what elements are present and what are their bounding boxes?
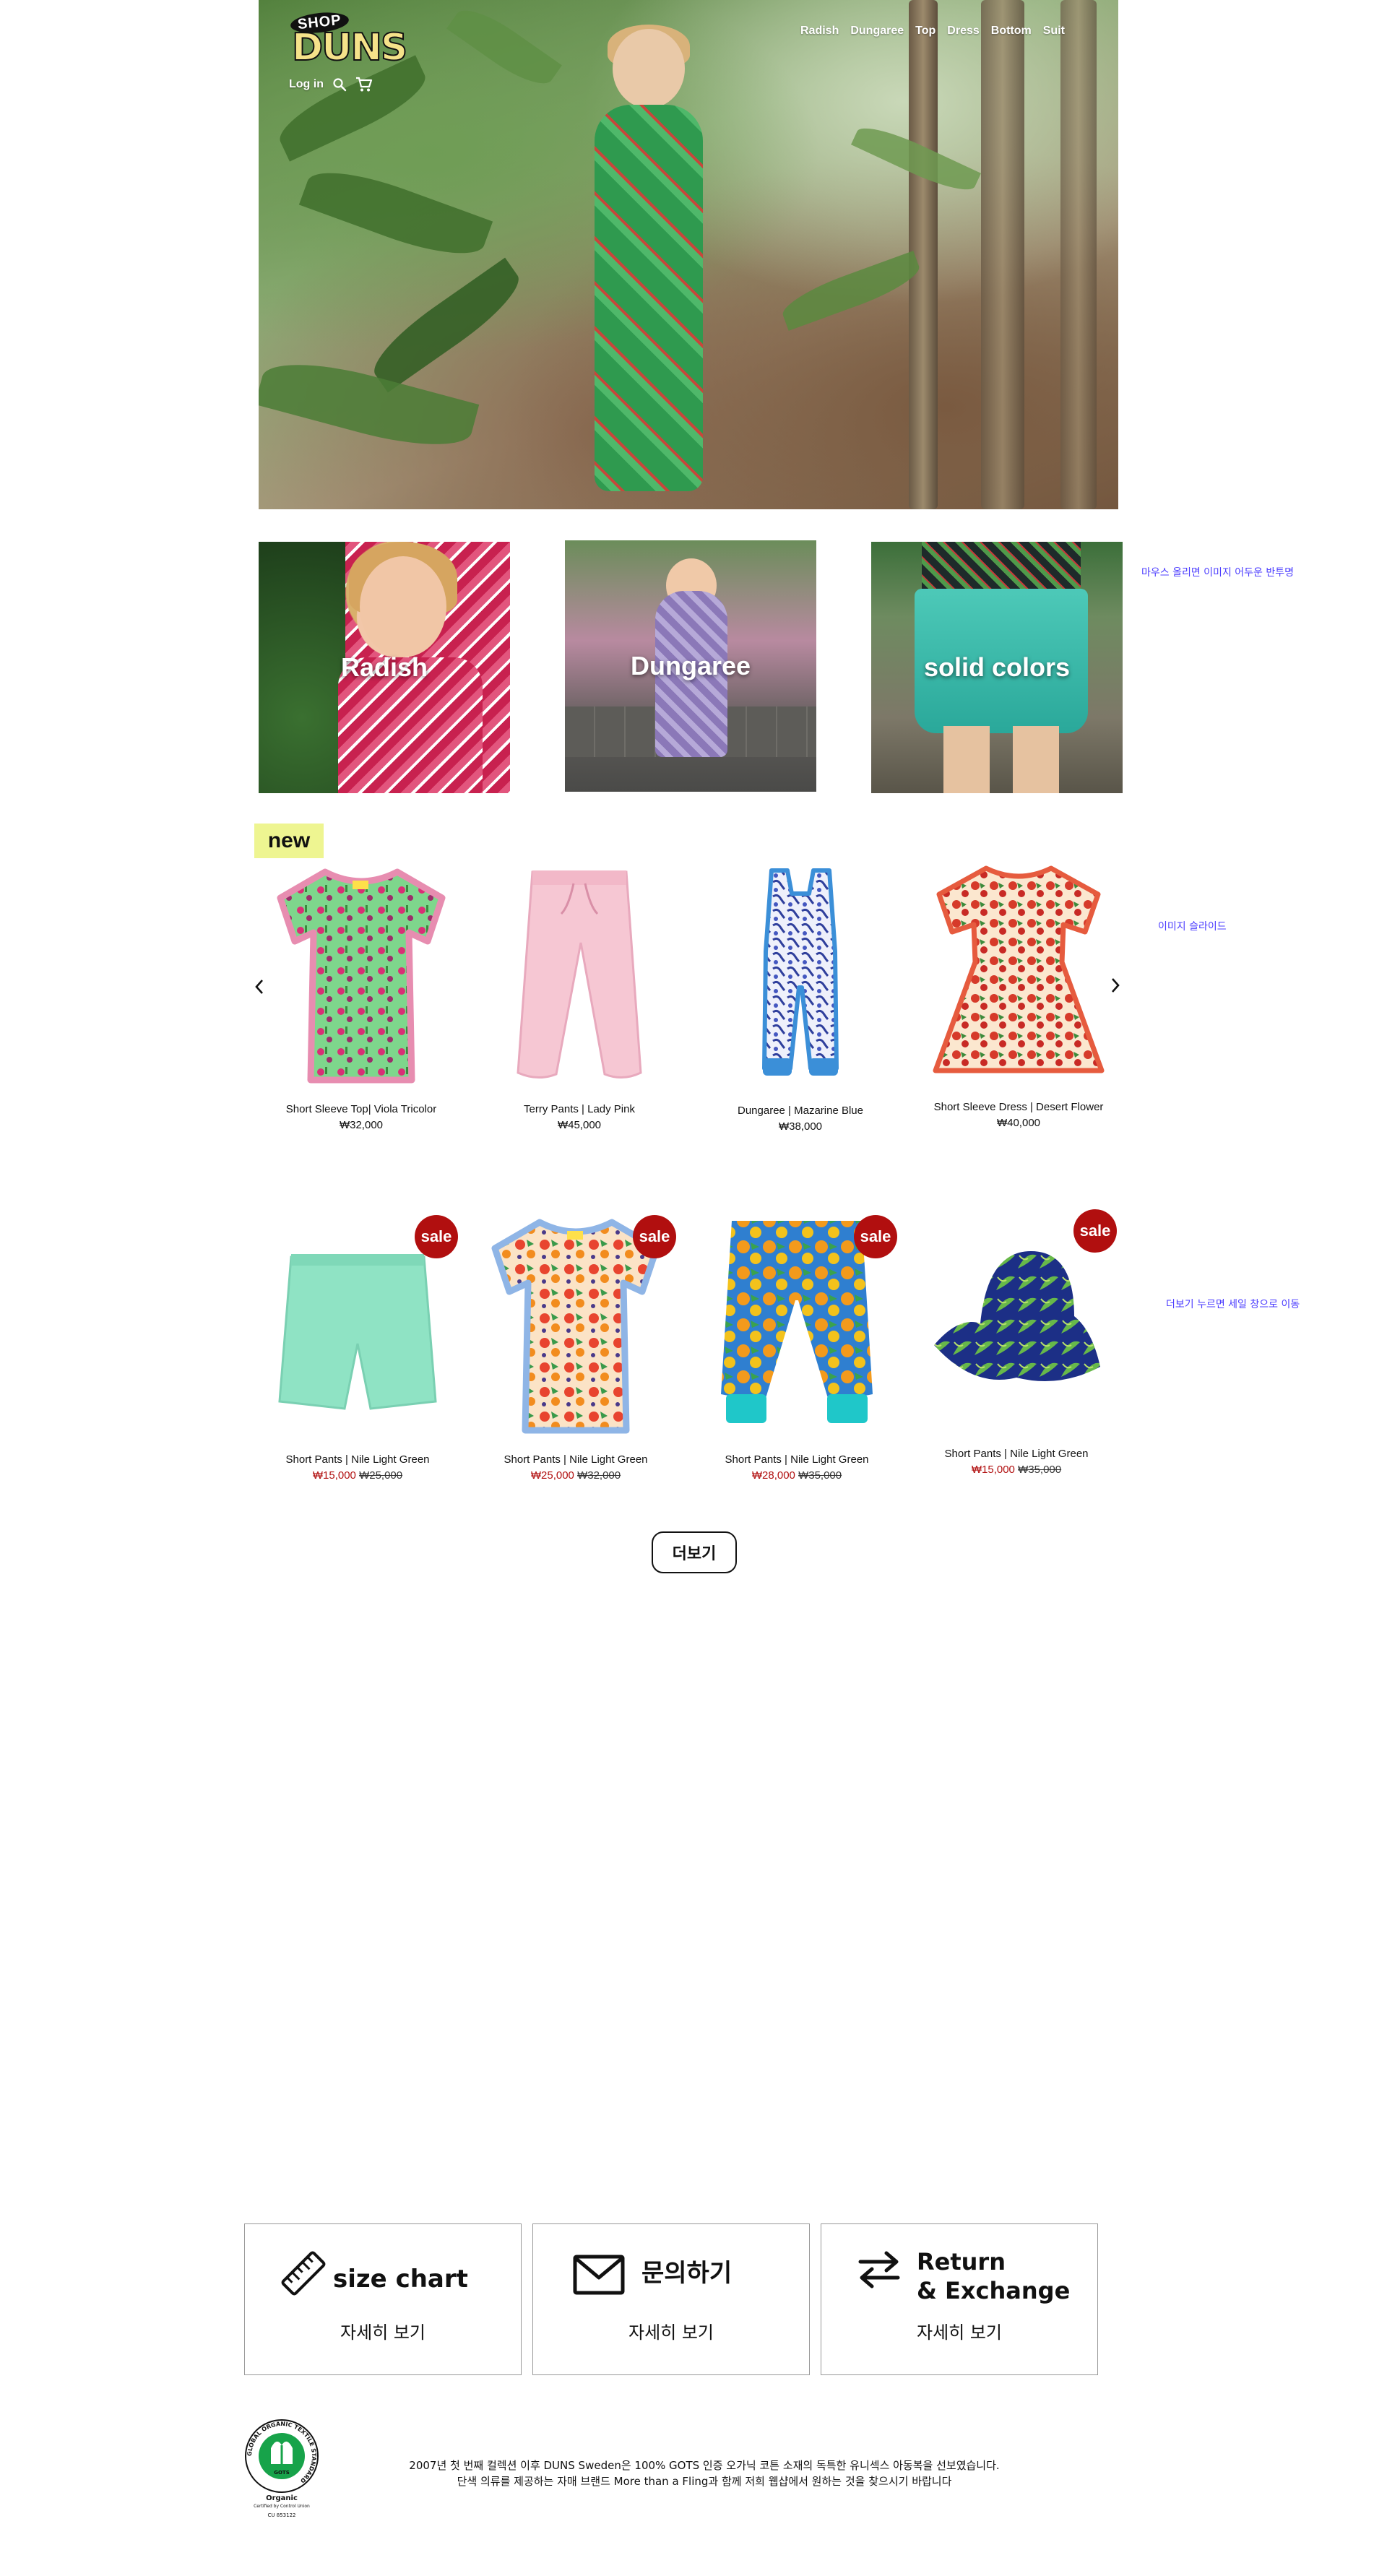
nav-item-dress[interactable]: Dress [947, 25, 979, 38]
hover-note: 마우스 올리면 이미지 어두운 반투명 [1141, 567, 1294, 579]
nav-item-radish[interactable]: Radish [800, 25, 839, 38]
product-card[interactable]: sale Short Pants | Nile Light Green ₩15,… [253, 1214, 462, 1484]
gots-organic-text: Organic [266, 2494, 298, 2502]
sale-badge: sale [633, 1215, 676, 1258]
top-navigation: Radish Dungaree Top Dress Bottom Suit [800, 25, 1065, 38]
sale-badge: sale [1073, 1209, 1117, 1253]
ruler-icon [281, 2251, 326, 2296]
inquiry-link[interactable]: 자세히 보기 [533, 2318, 809, 2343]
sale-price: ₩15,000 [971, 1464, 1015, 1476]
product-card[interactable]: Dungaree | Mazarine Blue ₩38,000 [696, 865, 905, 1135]
gots-center-text: GOTS [274, 2470, 290, 2476]
category-radish[interactable]: Radish [259, 542, 510, 793]
sale-price: ₩15,000 [312, 1469, 356, 1482]
footer-description: 2007년 첫 번째 컬렉션 이후 DUNS Sweden은 100% GOTS… [325, 2458, 1084, 2489]
gots-logo: GLOBAL ORGANIC TEXTILE STANDARD GOTS Org… [242, 2416, 321, 2532]
return-exchange-title: Return & Exchange [917, 2247, 1070, 2305]
product-price: ₩45,000 [557, 1119, 602, 1131]
category-radish-label: Radish [340, 652, 428, 682]
category-dungaree[interactable]: Dungaree [565, 540, 816, 792]
product-name: Dungaree | Mazarine Blue [738, 1105, 863, 1117]
gots-cu-text: CU 853122 [267, 2512, 296, 2518]
product-price: ₩15,000 ₩25,000 [253, 1468, 462, 1484]
product-card[interactable]: sale Short Pants | Nile Light Green ₩25,… [471, 1214, 680, 1484]
product-card[interactable]: Short Sleeve Dress | Desert Flower ₩40,0… [914, 861, 1123, 1131]
logo-duns-text: DUNS [291, 25, 408, 70]
product-name: Short Pants | Nile Light Green [504, 1453, 648, 1466]
return-title-line2: & Exchange [917, 2277, 1071, 2304]
size-chart-link[interactable]: 자세히 보기 [245, 2318, 521, 2343]
nav-item-bottom[interactable]: Bottom [991, 25, 1032, 38]
product-name: Short Sleeve Top| Viola Tricolor [285, 1103, 437, 1115]
login-link[interactable]: Log in [289, 78, 324, 91]
product-price: ₩28,000 ₩35,000 [692, 1468, 902, 1484]
product-name: Short Sleeve Dress | Desert Flower [933, 1101, 1104, 1113]
sale-badge: sale [415, 1215, 458, 1258]
return-exchange-link[interactable]: 자세히 보기 [821, 2318, 1097, 2343]
size-chart-title: size chart [333, 2265, 468, 2294]
slide-note: 이미지 슬라이드 [1158, 921, 1227, 933]
product-card[interactable]: Short Sleeve Top| Viola Tricolor ₩32,000 [256, 863, 466, 1133]
category-dungaree-label: Dungaree [630, 651, 751, 680]
product-price: ₩38,000 [778, 1120, 823, 1133]
category-solid-colors[interactable]: solid colors [871, 542, 1123, 793]
nav-item-dungaree[interactable]: Dungaree [850, 25, 904, 38]
product-price: ₩32,000 [339, 1119, 384, 1131]
product-name: Short Pants | Nile Light Green [725, 1453, 869, 1466]
sale-price: ₩25,000 [530, 1469, 574, 1482]
product-price: ₩15,000 ₩35,000 [912, 1462, 1121, 1478]
short-sleeve-top-image [277, 868, 446, 1084]
search-icon[interactable] [332, 77, 347, 92]
size-chart-card[interactable]: size chart 자세히 보기 [244, 2223, 522, 2375]
product-card[interactable]: sale Short Pants | Nile Light Green ₩15,… [912, 1208, 1121, 1478]
exchange-arrows-icon [858, 2251, 900, 2288]
original-price: ₩35,000 [1018, 1464, 1062, 1476]
nav-item-top[interactable]: Top [915, 25, 936, 38]
dungaree-image [762, 868, 839, 1076]
footer-line-1: 2007년 첫 번째 컬렉션 이후 DUNS Sweden은 100% GOTS… [409, 2459, 1000, 2472]
product-card[interactable]: sale Short Pants | Nile Light Green ₩28,… [692, 1214, 902, 1484]
original-price: ₩35,000 [798, 1469, 842, 1482]
return-exchange-card[interactable]: Return & Exchange 자세히 보기 [821, 2223, 1098, 2375]
gots-certified-text: Certified by Control Union [254, 2504, 310, 2509]
more-button[interactable]: 더보기 [652, 1531, 737, 1573]
inquiry-title: 문의하기 [641, 2259, 733, 2288]
mail-icon [573, 2255, 625, 2295]
inquiry-card[interactable]: 문의하기 자세히 보기 [532, 2223, 810, 2375]
product-price: ₩40,000 [996, 1117, 1041, 1129]
product-card[interactable]: Terry Pants | Lady Pink ₩45,000 [475, 863, 684, 1133]
hero-child-photo [587, 25, 710, 491]
footer-line-2: 단색 의류를 제공하는 자매 브랜드 More than a Fling과 함께… [457, 2475, 952, 2488]
new-badge: new [254, 824, 324, 858]
cart-icon[interactable] [355, 77, 373, 92]
nav-item-suit[interactable]: Suit [1043, 25, 1065, 38]
product-name: Short Pants | Nile Light Green [285, 1453, 430, 1466]
gots-seal: GLOBAL ORGANIC TEXTILE STANDARD GOTS Org… [245, 2419, 319, 2509]
original-price: ₩32,000 [577, 1469, 621, 1482]
more-note: 더보기 누르면 세일 창으로 이동 [1166, 1299, 1300, 1310]
category-solid-colors-label: solid colors [923, 652, 1071, 682]
short-sleeve-dress-image [933, 865, 1105, 1073]
sale-badge: sale [854, 1215, 897, 1258]
product-price: ₩25,000 ₩32,000 [471, 1468, 680, 1484]
product-name: Terry Pants | Lady Pink [524, 1103, 635, 1115]
hero-banner [259, 0, 1118, 509]
original-price: ₩25,000 [359, 1469, 403, 1482]
sale-price: ₩28,000 [751, 1469, 795, 1482]
return-title-line1: Return [917, 2248, 1006, 2275]
terry-pants-image [517, 870, 642, 1079]
utility-bar: Log in [289, 77, 373, 92]
product-name: Short Pants | Nile Light Green [944, 1448, 1089, 1460]
shop-duns-logo[interactable]: SHOP DUNS [289, 9, 408, 70]
